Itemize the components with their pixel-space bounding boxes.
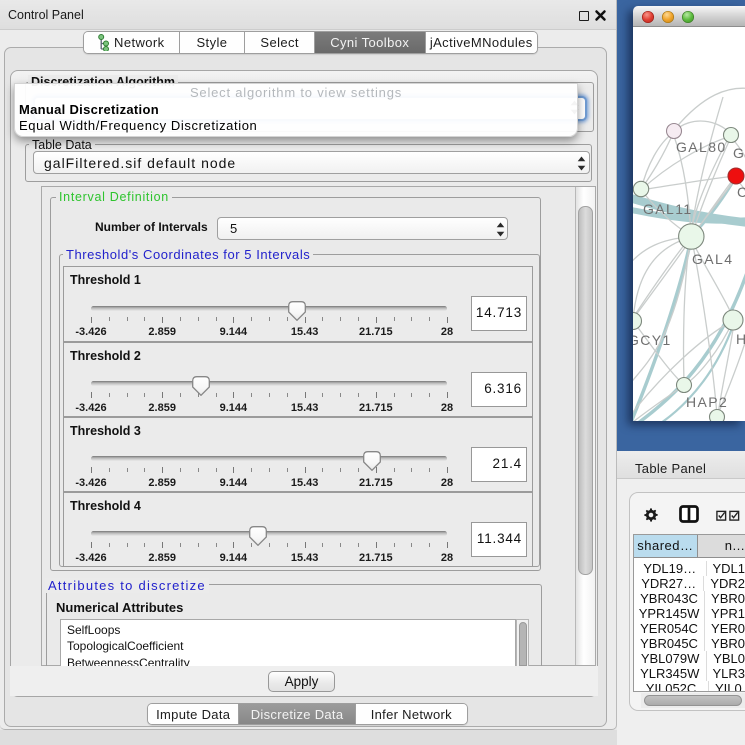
svg-text:HAP2: HAP2 (686, 394, 728, 410)
svg-text:GAL4: GAL4 (692, 251, 733, 267)
svg-text:H: H (736, 331, 745, 347)
svg-text:GA: GA (733, 145, 745, 161)
svg-text:C: C (737, 184, 745, 200)
svg-text:GCY1: GCY1 (633, 332, 672, 348)
svg-text:GAL80: GAL80 (676, 139, 727, 155)
svg-text:GAL11: GAL11 (643, 201, 693, 217)
